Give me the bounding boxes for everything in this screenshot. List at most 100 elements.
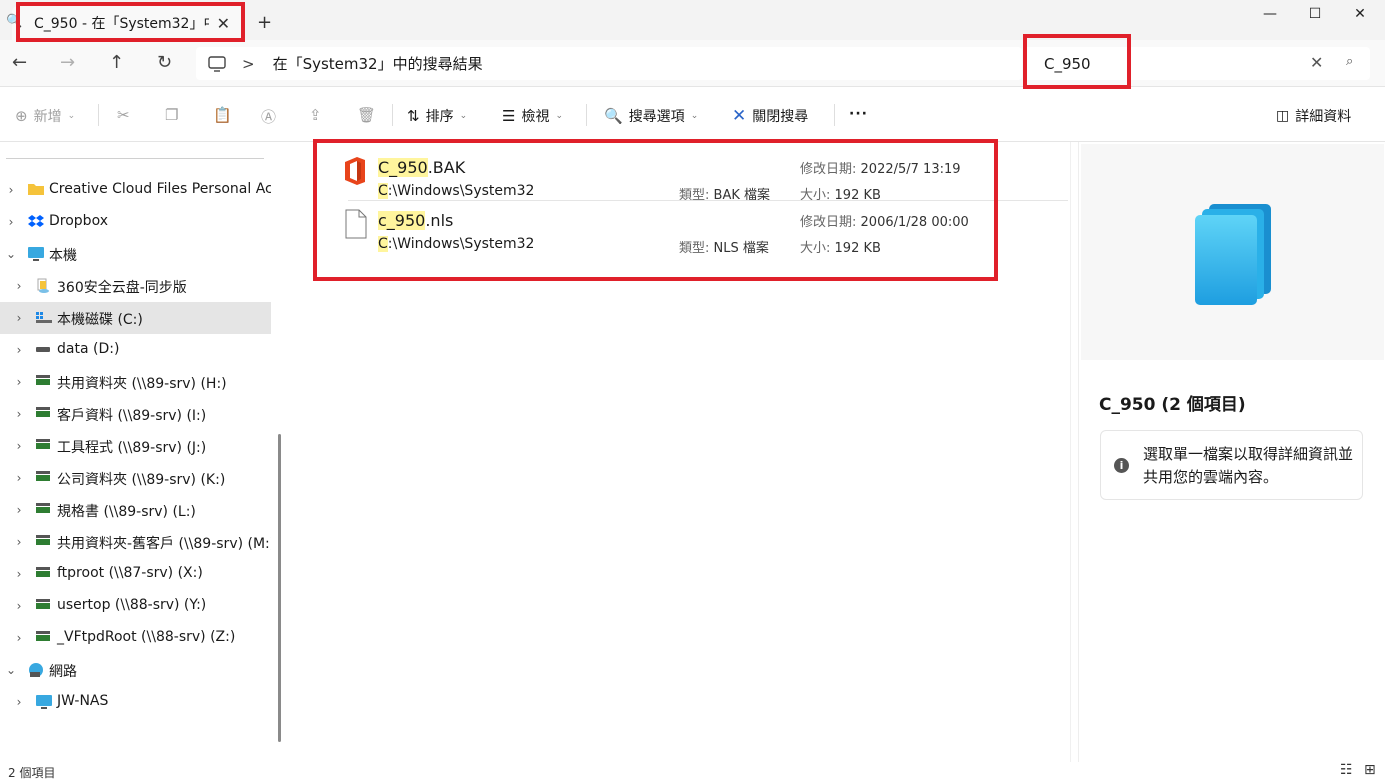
- sidebar-item[interactable]: › Creative Cloud Files Personal Account: [0, 174, 271, 206]
- sidebar-item[interactable]: ⌄ 本機: [0, 238, 271, 270]
- sidebar-item-label: 共用資料夾 (\\89-srv) (H:): [57, 376, 227, 392]
- computer-icon: [35, 694, 53, 714]
- title-bar: 🔍 C_950 - 在「System32」中 ✕ + — ☐ ✕: [0, 0, 1385, 40]
- chevron-down-icon[interactable]: ⌄: [4, 663, 18, 677]
- chevron-right-icon[interactable]: ›: [12, 695, 26, 709]
- sort-button[interactable]: ⇅ 排序 ⌄: [407, 106, 467, 126]
- chevron-right-icon[interactable]: ›: [12, 567, 26, 581]
- chevron-right-icon[interactable]: ›: [12, 535, 26, 549]
- network-drive-icon: [35, 502, 51, 518]
- forward-arrow-icon[interactable]: →: [60, 52, 75, 73]
- copy-icon[interactable]: ❐: [165, 106, 178, 124]
- sidebar-scrollbar[interactable]: [278, 434, 281, 742]
- chevron-right-icon[interactable]: ›: [4, 215, 18, 229]
- chevron-right-icon[interactable]: ›: [12, 503, 26, 517]
- file-name: C_950.BAK: [378, 158, 465, 177]
- search-icon[interactable]: ⌕: [1346, 54, 1353, 69]
- sidebar-item[interactable]: › 規格書 (\\89-srv) (L:): [0, 494, 271, 526]
- sidebar-item[interactable]: › 本機磁碟 (C:): [0, 302, 271, 334]
- view-button[interactable]: ☰ 檢視 ⌄: [502, 106, 563, 126]
- file-size-value: 192 KB: [834, 241, 881, 256]
- tiles-view-icon[interactable]: ⊞: [1364, 762, 1376, 778]
- chevron-right-icon[interactable]: ›: [12, 375, 26, 389]
- sidebar-item[interactable]: ⌄ 網路: [0, 654, 271, 686]
- toolbar-divider: [392, 104, 393, 126]
- command-bar: ⊕ 新增 ⌄ ✂ ❐ 📋 Ⓐ ⇪ 🗑 ⇅ 排序 ⌄ ☰ 檢視 ⌄ 🔍 搜尋選項 …: [0, 88, 1385, 142]
- more-options-icon[interactable]: ···: [849, 106, 868, 122]
- network-drive-icon: [35, 598, 51, 614]
- sidebar-item[interactable]: › 共用資料夾 (\\89-srv) (H:): [0, 366, 271, 398]
- view-list-icon: ☰: [502, 107, 516, 125]
- new-tab-button[interactable]: +: [257, 12, 272, 33]
- chevron-down-icon[interactable]: ⌄: [4, 247, 18, 261]
- file-size: 大小: 192 KB: [800, 237, 881, 256]
- file-type-value: NLS 檔案: [713, 241, 769, 256]
- search-input-value: C_950: [1044, 54, 1091, 73]
- sidebar-item[interactable]: › JW-NAS: [0, 686, 271, 718]
- chevron-right-icon[interactable]: ›: [12, 439, 26, 453]
- paste-icon[interactable]: 📋: [213, 106, 232, 124]
- tab-close-icon[interactable]: ✕: [217, 14, 230, 33]
- breadcrumb-chevron-icon[interactable]: >: [242, 55, 255, 73]
- sidebar-item[interactable]: › usertop (\\88-srv) (Y:): [0, 590, 271, 622]
- details-view-icon[interactable]: ☷: [1340, 762, 1353, 778]
- breadcrumb-location[interactable]: 在「System32」中的搜尋結果: [273, 53, 483, 74]
- new-button-label: 新增: [33, 109, 62, 125]
- network-drive-icon: [35, 438, 51, 454]
- info-text: 選取單一檔案以取得詳細資訊並共用您的雲端內容。: [1143, 445, 1354, 486]
- minimize-button[interactable]: —: [1250, 6, 1290, 26]
- chevron-right-icon[interactable]: ›: [12, 343, 26, 357]
- chevron-right-icon[interactable]: ›: [12, 279, 26, 293]
- back-arrow-icon[interactable]: ←: [12, 52, 27, 73]
- address-box[interactable]: > 在「System32」中的搜尋結果: [196, 47, 1022, 80]
- sidebar-item[interactable]: › 公司資料夾 (\\89-srv) (K:): [0, 462, 271, 494]
- sidebar-item-label: 360安全云盘-同步版: [57, 280, 187, 296]
- search-input[interactable]: C_950 ✕ ⌕: [1024, 47, 1370, 80]
- network-drive-icon: [35, 630, 51, 646]
- multiple-files-icon: [1195, 204, 1271, 305]
- file-row[interactable]: C_950.BAK C:\Windows\System32 類型: BAK 檔案…: [318, 148, 1068, 203]
- close-window-button[interactable]: ✕: [1340, 6, 1380, 26]
- details-pane-button[interactable]: ◫ 詳細資料: [1276, 106, 1351, 126]
- chevron-right-icon[interactable]: ›: [4, 183, 18, 197]
- clear-search-icon[interactable]: ✕: [1310, 53, 1323, 72]
- refresh-icon[interactable]: ↻: [157, 52, 172, 73]
- cut-icon[interactable]: ✂: [117, 106, 130, 124]
- details-pane-label: 詳細資料: [1295, 109, 1352, 125]
- sort-icon: ⇅: [407, 107, 420, 125]
- tab-search-results[interactable]: 🔍 C_950 - 在「System32」中 ✕: [6, 6, 244, 40]
- search-options-icon: 🔍: [604, 107, 623, 125]
- delete-icon[interactable]: 🗑: [357, 106, 376, 124]
- sidebar-item[interactable]: › _VFtpdRoot (\\88-srv) (Z:): [0, 622, 271, 654]
- sidebar-item[interactable]: › 工具程式 (\\89-srv) (J:): [0, 430, 271, 462]
- sidebar-item[interactable]: › ftproot (\\87-srv) (X:): [0, 558, 271, 590]
- sidebar-item[interactable]: › 360安全云盘-同步版: [0, 270, 271, 302]
- sidebar-item[interactable]: › 客戶資料 (\\89-srv) (I:): [0, 398, 271, 430]
- search-options-button[interactable]: 🔍 搜尋選項 ⌄: [604, 106, 698, 126]
- file-modified-key: 修改日期:: [800, 215, 857, 230]
- up-arrow-icon[interactable]: ↑: [109, 52, 124, 73]
- address-bar: ← → ↑ ↻ > 在「System32」中的搜尋結果 C_950 ✕ ⌕: [0, 40, 1385, 87]
- file-modified-value: 2022/5/7 13:19: [860, 162, 961, 177]
- details-pane: C_950 (2 個項目) i 選取單一檔案以取得詳細資訊並共用您的雲端內容。: [1078, 142, 1385, 762]
- sidebar-item[interactable]: › 共用資料夾-舊客戶 (\\89-srv) (M:): [0, 526, 271, 558]
- sidebar-item-label: usertop (\\88-srv) (Y:): [57, 597, 207, 613]
- file-modified-value: 2006/1/28 00:00: [860, 215, 969, 230]
- chevron-right-icon[interactable]: ›: [12, 631, 26, 645]
- chevron-right-icon[interactable]: ›: [12, 599, 26, 613]
- close-search-button[interactable]: ✕ 關閉搜尋: [732, 106, 808, 126]
- file-row[interactable]: c_950.nls C:\Windows\System32 類型: NLS 檔案…: [318, 201, 1068, 256]
- sidebar-item[interactable]: › data (D:): [0, 334, 271, 366]
- file-name-match: _950: [386, 211, 426, 230]
- maximize-button[interactable]: ☐: [1295, 6, 1335, 26]
- chevron-right-icon[interactable]: ›: [12, 471, 26, 485]
- chevron-right-icon[interactable]: ›: [12, 311, 26, 325]
- chevron-right-icon[interactable]: ›: [12, 407, 26, 421]
- new-button[interactable]: ⊕ 新增 ⌄: [15, 106, 75, 126]
- sidebar-item[interactable]: › Dropbox: [0, 206, 271, 238]
- sidebar-item-label: _VFtpdRoot (\\88-srv) (Z:): [57, 629, 236, 645]
- file-name: c_950.nls: [378, 211, 453, 230]
- network-drive-icon: [35, 534, 51, 550]
- share-icon[interactable]: ⇪: [309, 106, 322, 124]
- rename-icon[interactable]: Ⓐ: [261, 106, 276, 127]
